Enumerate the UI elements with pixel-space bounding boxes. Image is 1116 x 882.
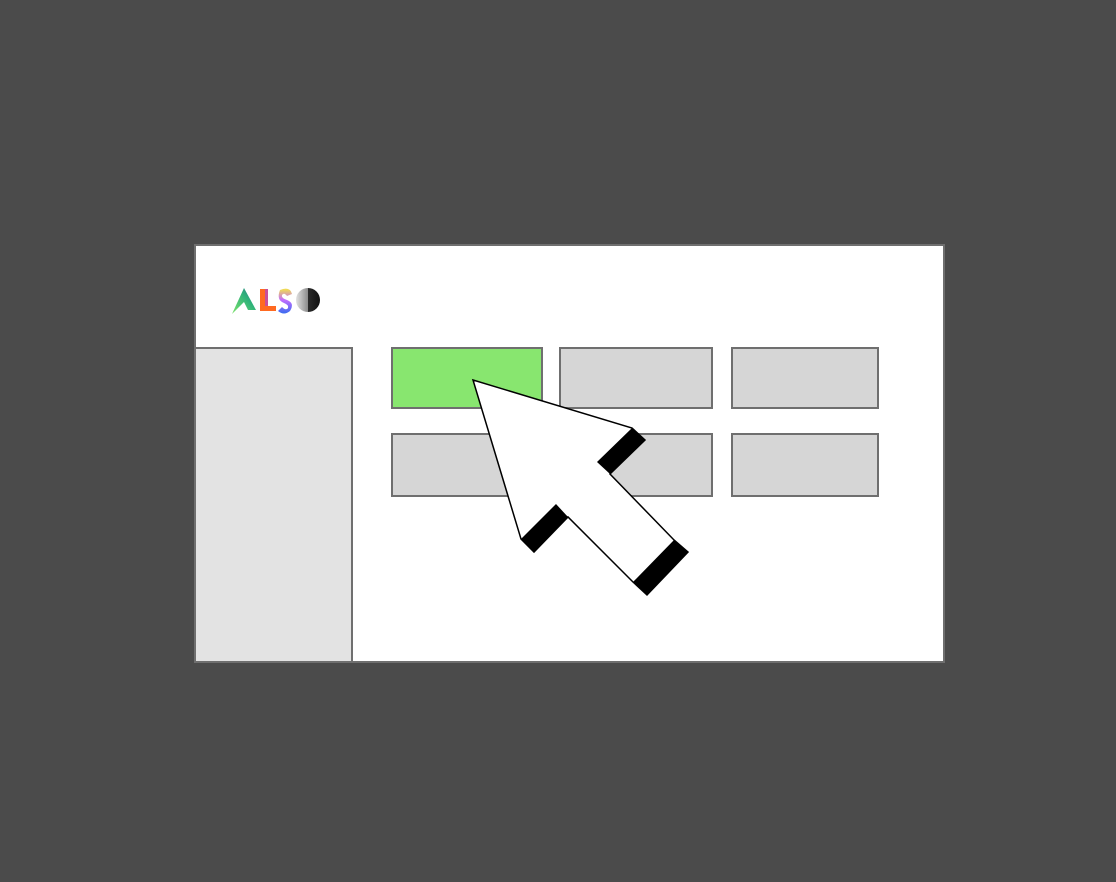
grid-tile-4[interactable]	[391, 433, 543, 497]
grid-tile-3[interactable]	[731, 347, 879, 409]
grid-tile-6[interactable]	[731, 433, 879, 497]
grid-tile-5[interactable]	[559, 433, 713, 497]
grid-tile-1[interactable]	[391, 347, 543, 409]
sidebar-panel	[196, 347, 353, 661]
also-logo-mark	[232, 288, 320, 314]
stage	[0, 0, 1116, 882]
grid-tile-2[interactable]	[559, 347, 713, 409]
app-window	[194, 244, 945, 663]
also-logo	[232, 284, 324, 318]
